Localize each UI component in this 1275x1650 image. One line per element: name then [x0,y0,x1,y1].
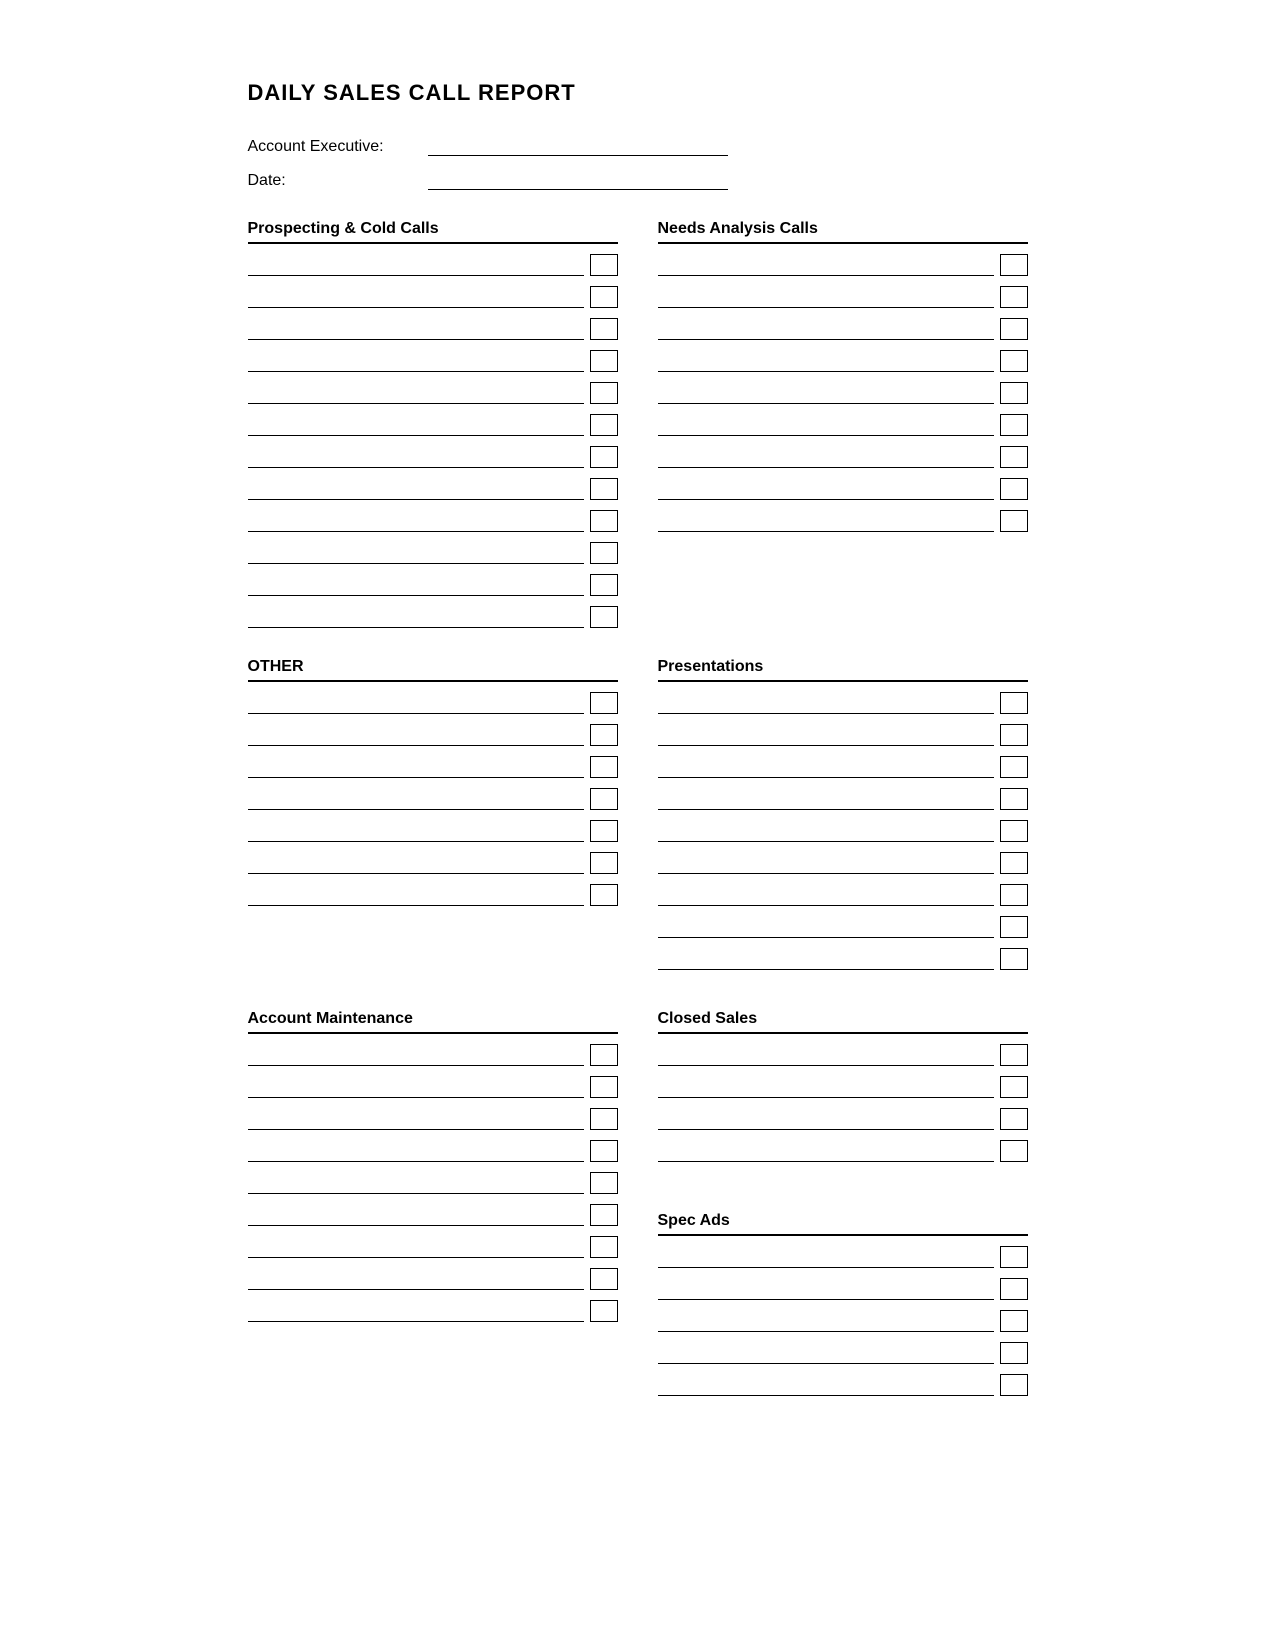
prospecting-rows [248,254,618,628]
table-row [658,414,1028,436]
account-executive-field: Account Executive: [248,136,1028,156]
table-row [658,1342,1028,1364]
table-row [248,1172,618,1194]
table-row [658,510,1028,532]
other-section: OTHER [248,658,618,970]
other-rows [248,692,618,906]
table-row [658,852,1028,874]
table-row [658,1076,1028,1098]
table-row [248,382,618,404]
presentations-title: Presentations [658,658,1028,682]
spec-ads-section: Spec Ads [658,1212,1028,1396]
table-row [248,350,618,372]
table-row [248,574,618,596]
table-row [658,382,1028,404]
table-row [248,606,618,628]
closed-sales-section: Closed Sales [658,1010,1028,1162]
date-field: Date: [248,170,1028,190]
presentations-rows [658,692,1028,970]
table-row [248,1268,618,1290]
table-row [658,1044,1028,1066]
table-row [248,820,618,842]
right-bottom-column: Closed Sales Spec Ads [658,1010,1028,1426]
table-row [658,916,1028,938]
table-row [658,724,1028,746]
table-row [248,1076,618,1098]
table-row [658,318,1028,340]
table-row [248,478,618,500]
presentations-section: Presentations [658,658,1028,970]
account-maintenance-rows [248,1044,618,1322]
table-row [248,1108,618,1130]
table-row [248,724,618,746]
needs-analysis-title: Needs Analysis Calls [658,220,1028,244]
table-row [248,852,618,874]
table-row [658,756,1028,778]
needs-analysis-section: Needs Analysis Calls [658,220,1028,628]
table-row [658,1278,1028,1300]
table-row [248,756,618,778]
header-fields: Account Executive: Date: [248,136,1028,190]
account-maintenance-title: Account Maintenance [248,1010,618,1034]
table-row [658,1108,1028,1130]
date-input[interactable] [428,170,728,190]
table-row [658,948,1028,970]
needs-analysis-rows [658,254,1028,532]
table-row [658,446,1028,468]
table-row [658,820,1028,842]
table-row [248,1044,618,1066]
table-row [248,1204,618,1226]
other-title: OTHER [248,658,618,682]
table-row [658,884,1028,906]
date-label: Date: [248,172,428,190]
closed-sales-title: Closed Sales [658,1010,1028,1034]
bottom-sections: Account Maintenance Closed Sales [248,1010,1028,1426]
table-row [248,414,618,436]
table-row [248,254,618,276]
table-row [248,788,618,810]
table-row [248,1300,618,1322]
table-row [248,1140,618,1162]
table-row [658,692,1028,714]
table-row [658,254,1028,276]
table-row [658,1374,1028,1396]
account-executive-input[interactable] [428,136,728,156]
prospecting-section: Prospecting & Cold Calls [248,220,618,628]
spec-ads-title: Spec Ads [658,1212,1028,1236]
account-executive-label: Account Executive: [248,138,428,156]
table-row [658,1140,1028,1162]
page: DAILY SALES CALL REPORT Account Executiv… [188,0,1088,1506]
table-row [248,510,618,532]
table-row [248,286,618,308]
table-row [658,788,1028,810]
prospecting-title: Prospecting & Cold Calls [248,220,618,244]
table-row [658,350,1028,372]
table-row [248,692,618,714]
account-maintenance-section: Account Maintenance [248,1010,618,1396]
table-row [658,286,1028,308]
closed-sales-rows [658,1044,1028,1162]
table-row [658,478,1028,500]
table-row [248,542,618,564]
table-row [248,1236,618,1258]
table-row [658,1310,1028,1332]
table-row [248,884,618,906]
main-sections: Prospecting & Cold Calls Needs Analysis … [248,220,1028,1000]
page-title: DAILY SALES CALL REPORT [248,80,1028,106]
table-row [248,318,618,340]
spec-ads-rows [658,1246,1028,1396]
table-row [658,1246,1028,1268]
table-row [248,446,618,468]
